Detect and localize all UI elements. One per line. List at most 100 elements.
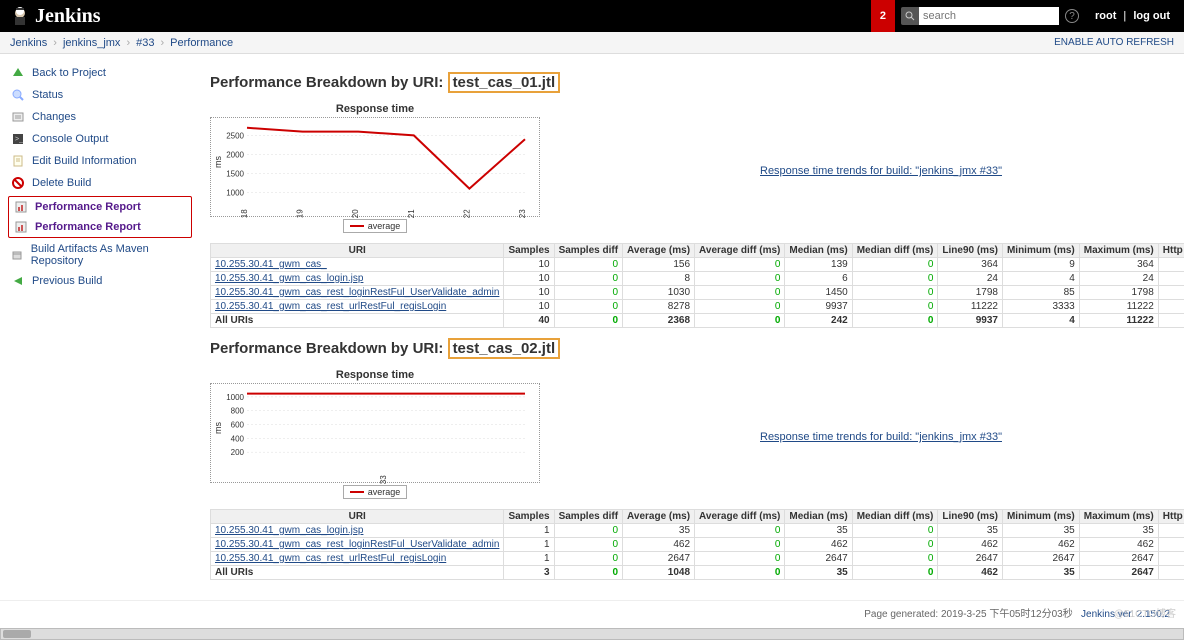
main-content: Performance Breakdown by URI: test_cas_0… bbox=[200, 54, 1184, 600]
table-total-row: All URIs40023680 24209937411222 0.0 % bbox=[211, 314, 1184, 328]
search-wrap bbox=[901, 7, 1059, 25]
svg-text:400: 400 bbox=[231, 434, 245, 443]
svg-text:200: 200 bbox=[231, 448, 245, 457]
table-header: Median diff (ms) bbox=[852, 510, 938, 524]
crumb-page[interactable]: Performance bbox=[170, 37, 233, 49]
sidebar-item-label: Build Artifacts As Maven Repository bbox=[31, 243, 190, 267]
sidebar-item-label: Back to Project bbox=[32, 67, 106, 79]
uri-cell[interactable]: 10.255.30.41_gwm_cas_login.jsp bbox=[211, 524, 504, 538]
table-header: Minimum (ms) bbox=[1002, 510, 1079, 524]
search-icon bbox=[901, 7, 919, 25]
sidebar-item-status[interactable]: Status bbox=[4, 84, 196, 106]
table-header: Maximum (ms) bbox=[1079, 244, 1158, 258]
svg-text:1000: 1000 bbox=[226, 188, 244, 197]
sidebar-item-perf-2[interactable]: Performance Report bbox=[9, 217, 191, 237]
uri-filename: test_cas_01.jtl bbox=[448, 72, 561, 93]
sidebar-item-delete[interactable]: Delete Build bbox=[4, 172, 196, 194]
jenkins-logo-icon bbox=[10, 6, 30, 26]
svg-text:1000: 1000 bbox=[226, 393, 244, 402]
table-header: Average diff (ms) bbox=[695, 244, 785, 258]
svg-text:ms: ms bbox=[213, 156, 223, 168]
table-header: Median (ms) bbox=[785, 510, 852, 524]
sidebar-item-label: Edit Build Information bbox=[32, 155, 137, 167]
terminal-icon: >_ bbox=[10, 131, 26, 147]
table-row: 10.255.30.41_gwm_cas_login.jsp 10080 602… bbox=[211, 272, 1184, 286]
table-header: Samples bbox=[504, 244, 554, 258]
sidebar-item-label: Previous Build bbox=[32, 275, 102, 287]
table-header: Maximum (ms) bbox=[1079, 510, 1158, 524]
table-row: 10.255.30.41_gwm_cas_login.jsp 10350 350… bbox=[211, 524, 1184, 538]
logo-text[interactable]: Jenkins bbox=[35, 5, 101, 28]
response-time-chart: Response time 2004006008001000ms#33 aver… bbox=[210, 369, 540, 499]
sidebar-item-label: Status bbox=[32, 89, 63, 101]
sidebar-item-artifacts[interactable]: Build Artifacts As Maven Repository bbox=[4, 240, 196, 270]
help-icon[interactable]: ? bbox=[1065, 9, 1079, 23]
table-header: Http Code bbox=[1158, 244, 1184, 258]
sidebar-item-label: Delete Build bbox=[32, 177, 91, 189]
svg-text:800: 800 bbox=[231, 407, 245, 416]
notepad-icon bbox=[10, 153, 26, 169]
sidebar-item-console[interactable]: >_ Console Output bbox=[4, 128, 196, 150]
table-header: Average (ms) bbox=[623, 510, 695, 524]
trends-link[interactable]: Response time trends for build: "jenkins… bbox=[760, 431, 1002, 443]
uri-filename: test_cas_02.jtl bbox=[448, 338, 561, 359]
uri-cell[interactable]: 10.255.30.41_gwm_cas_rest_loginRestFul_U… bbox=[211, 538, 504, 552]
table-header: URI bbox=[211, 510, 504, 524]
report-icon bbox=[13, 219, 29, 235]
search-input[interactable] bbox=[919, 7, 1059, 25]
table-header: Http Code bbox=[1158, 510, 1184, 524]
crumb-job[interactable]: jenkins_jmx bbox=[63, 37, 120, 49]
table-header: Minimum (ms) bbox=[1002, 244, 1079, 258]
table-header: Samples diff bbox=[554, 244, 622, 258]
svg-text:600: 600 bbox=[231, 421, 245, 430]
uri-cell[interactable]: 10.255.30.41_gwm_cas_rest_loginRestFul_U… bbox=[211, 286, 504, 300]
sidebar-item-perf-1[interactable]: Performance Report bbox=[9, 197, 191, 217]
performance-table: URISamplesSamples diffAverage (ms)Averag… bbox=[210, 509, 1184, 580]
table-header: Median (ms) bbox=[785, 244, 852, 258]
table-header: Average diff (ms) bbox=[695, 510, 785, 524]
sidebar-item-label: Changes bbox=[32, 111, 76, 123]
logout-link[interactable]: log out bbox=[1133, 10, 1170, 22]
trends-link[interactable]: Response time trends for build: "jenkins… bbox=[760, 165, 1002, 177]
auto-refresh-link[interactable]: ENABLE AUTO REFRESH bbox=[1054, 37, 1174, 48]
svg-text:#18: #18 bbox=[240, 209, 249, 218]
table-total-row: All URIs3010480 350462352647 0.0 % bbox=[211, 566, 1184, 580]
svg-text:#33: #33 bbox=[379, 475, 388, 484]
chart-title: Response time bbox=[210, 369, 540, 381]
horizontal-scrollbar[interactable] bbox=[0, 628, 1184, 640]
uri-cell[interactable]: 10.255.30.41_gwm_cas_rest_urlRestFul_reg… bbox=[211, 300, 504, 314]
table-header: Line90 (ms) bbox=[938, 510, 1003, 524]
user-link[interactable]: root bbox=[1095, 10, 1116, 22]
chart-title: Response time bbox=[210, 103, 540, 115]
uri-cell[interactable]: 10.255.30.41_gwm_cas_login.jsp bbox=[211, 272, 504, 286]
table-header: Line90 (ms) bbox=[938, 244, 1003, 258]
svg-text:ms: ms bbox=[213, 422, 223, 434]
performance-table: URISamplesSamples diffAverage (ms)Averag… bbox=[210, 243, 1184, 328]
sidebar-item-back[interactable]: Back to Project bbox=[4, 62, 196, 84]
sidebar-item-edit[interactable]: Edit Build Information bbox=[4, 150, 196, 172]
section-heading: Performance Breakdown by URI: test_cas_0… bbox=[210, 338, 1174, 359]
crumb-jenkins[interactable]: Jenkins bbox=[10, 37, 47, 49]
section-heading: Performance Breakdown by URI: test_cas_0… bbox=[210, 72, 1174, 93]
svg-text:1500: 1500 bbox=[226, 169, 244, 178]
sidebar-item-label: Console Output bbox=[32, 133, 108, 145]
svg-text:#21: #21 bbox=[407, 209, 416, 218]
crumb-build[interactable]: #33 bbox=[136, 37, 154, 49]
sidebar-item-prev[interactable]: Previous Build bbox=[4, 270, 196, 292]
left-arrow-icon bbox=[10, 273, 26, 289]
uri-cell[interactable]: 10.255.30.41_gwm_cas_rest_urlRestFul_reg… bbox=[211, 552, 504, 566]
sidebar-item-changes[interactable]: Changes bbox=[4, 106, 196, 128]
table-row: 10.255.30.41_gwm_cas_rest_urlRestFul_reg… bbox=[211, 300, 1184, 314]
svg-text:2000: 2000 bbox=[226, 150, 244, 159]
notification-badge[interactable]: 2 bbox=[871, 0, 895, 32]
up-arrow-icon bbox=[10, 65, 26, 81]
magnifier-icon bbox=[10, 87, 26, 103]
chart-legend: average bbox=[343, 219, 408, 233]
table-header: Samples bbox=[504, 510, 554, 524]
report-icon bbox=[13, 199, 29, 215]
sidebar-item-label: Performance Report bbox=[35, 221, 141, 233]
table-header: URI bbox=[211, 244, 504, 258]
uri-cell[interactable]: 10.255.30.41_gwm_cas_ bbox=[211, 258, 504, 272]
svg-text:#23: #23 bbox=[518, 209, 527, 218]
table-row: 10.255.30.41_gwm_cas_rest_loginRestFul_U… bbox=[211, 538, 1184, 552]
